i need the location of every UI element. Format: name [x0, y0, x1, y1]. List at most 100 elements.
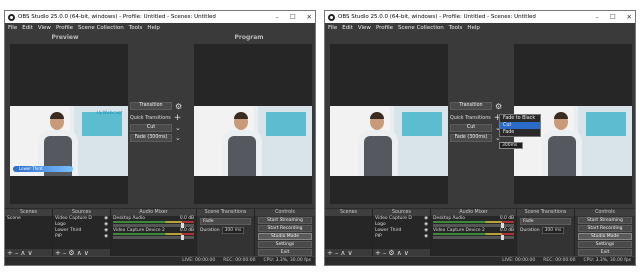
channel-video-capture: Video Capture Device 2 0.0 dB	[433, 228, 514, 233]
menu-edit[interactable]: Edit	[22, 25, 33, 31]
fade-button[interactable]: Fade (300ms)	[450, 134, 492, 142]
audio-mixer-title: Audio Mixer	[111, 209, 196, 216]
cut-button[interactable]: Cut	[450, 124, 492, 132]
scene-transitions-title: Scene Transitions	[517, 209, 574, 216]
scene-transitions-panel: Scene Transitions Fade Duration 300 ms	[197, 209, 255, 257]
transition-select[interactable]: Fade	[200, 218, 251, 225]
menu-bar: File Edit View Profile Scene Collection …	[325, 23, 635, 32]
duration-spinbox[interactable]: 300ms	[499, 142, 523, 149]
start-recording-button[interactable]: Start Recording	[578, 225, 632, 232]
lower-third-text: Lower Third	[19, 166, 43, 171]
menu-help[interactable]: Help	[147, 25, 160, 31]
start-streaming-button[interactable]: Start Streaming	[258, 217, 312, 224]
menu-scene-collection[interactable]: Scene Collection	[398, 25, 444, 31]
bottom-dock: Scenes Scene +–∧∨ Sources Video Capture …	[5, 209, 315, 257]
maximize-button[interactable]: ☐	[610, 11, 616, 23]
menu-edit[interactable]: Edit	[342, 25, 353, 31]
minimize-button[interactable]: –	[275, 11, 278, 23]
close-button[interactable]: ✕	[627, 11, 632, 23]
menu-file[interactable]: File	[328, 25, 337, 31]
studio-stage: Transition ⚙ Quick Transitions + Cut ⌄ Fade…	[325, 32, 635, 208]
close-button[interactable]: ✕	[307, 11, 312, 23]
fade-button[interactable]: Fade (300ms)	[130, 134, 172, 142]
quick-transitions-label: Quick Transitions	[130, 115, 171, 121]
menu-help[interactable]: Help	[467, 25, 480, 31]
start-recording-button[interactable]: Start Recording	[258, 225, 312, 232]
preview-label: Preview	[51, 34, 79, 41]
scenes-title: Scenes	[325, 209, 372, 216]
minimize-button[interactable]: –	[595, 11, 598, 23]
exit-button[interactable]: Exit	[258, 249, 312, 256]
exit-button[interactable]: Exit	[578, 249, 632, 256]
plus-icon[interactable]: +	[174, 114, 182, 123]
menu-file[interactable]: File	[8, 25, 17, 31]
window-title: OBS Studio 25.0.0 (64-bit, windows) - Pr…	[338, 14, 536, 20]
duration-label: Duration	[520, 228, 540, 233]
preview-canvas[interactable]	[330, 44, 448, 204]
program-label: Program	[234, 34, 264, 41]
audio-mixer-panel: Audio Mixer Desktop Audio 0.0 dB Video C…	[431, 209, 517, 257]
duration-input[interactable]: 300 ms	[541, 227, 565, 234]
menu-profile[interactable]: Profile	[376, 25, 393, 31]
obs-window-right: OBS Studio 25.0.0 (64-bit, windows) - Pr…	[324, 10, 636, 266]
cut-button[interactable]: Cut	[130, 124, 172, 132]
status-bar: LIVE: 00:00:00 REC: 00:00:00 CPU: 3.3%, …	[325, 256, 635, 265]
scene-item[interactable]: Scene	[5, 216, 52, 222]
program-canvas	[194, 44, 312, 204]
audio-mixer-title: Audio Mixer	[431, 209, 516, 216]
source-item[interactable]: PIP ◉	[373, 234, 430, 240]
transition-button[interactable]: Transition	[450, 102, 492, 110]
menu-scene-collection[interactable]: Scene Collection	[78, 25, 124, 31]
studio-mode-button[interactable]: Studio Mode	[578, 233, 632, 240]
menu-tools[interactable]: Tools	[449, 25, 463, 31]
volume-slider[interactable]	[433, 223, 514, 228]
brand-logo: HyWebcast	[96, 111, 122, 116]
eye-icon[interactable]: ◉	[104, 234, 108, 240]
maximize-button[interactable]: ☐	[290, 11, 296, 23]
scenes-title: Scenes	[5, 209, 52, 216]
volume-slider[interactable]	[113, 235, 194, 240]
controls-title: Controls	[575, 209, 635, 216]
dropdown-option-fade-to-black[interactable]: Fade to Black	[500, 115, 540, 122]
window-controls: – ☐ ✕	[595, 11, 632, 23]
menu-view[interactable]: View	[38, 25, 51, 31]
transition-button[interactable]: Transition	[130, 102, 172, 110]
menu-tools[interactable]: Tools	[129, 25, 143, 31]
lower-third-bar: Lower Third	[13, 166, 73, 172]
gear-icon[interactable]: ⚙	[495, 103, 502, 111]
sources-title: Sources	[373, 209, 430, 216]
transition-select[interactable]: Fade	[520, 218, 571, 225]
channel-video-capture: Video Capture Device 2 0.0 dB	[113, 228, 194, 233]
eye-icon[interactable]: ◉	[424, 234, 428, 240]
start-streaming-button[interactable]: Start Streaming	[578, 217, 632, 224]
preview-canvas[interactable]: HyWebcast Lower Third	[10, 44, 128, 204]
gear-icon[interactable]: ⚙	[175, 103, 182, 111]
title-bar: OBS Studio 25.0.0 (64-bit, windows) - Pr…	[5, 11, 315, 23]
menu-bar: File Edit View Profile Scene Collection …	[5, 23, 315, 32]
scenes-panel: Scenes +–∧∨	[325, 209, 373, 257]
studio-mode-button[interactable]: Studio Mode	[258, 233, 312, 240]
transition-controls: Transition ⚙ Quick Transitions + Cut ⌄ Fade…	[130, 102, 190, 144]
sources-panel: Sources Video Capture D ◉ Logo ◉ Lower Thi…	[373, 209, 431, 257]
volume-slider[interactable]	[433, 235, 514, 240]
rec-time: REC: 00:00:00	[223, 258, 256, 263]
volume-slider[interactable]	[113, 223, 194, 228]
menu-view[interactable]: View	[358, 25, 371, 31]
controls-panel: Controls Start Streaming Start Recording…	[255, 209, 315, 257]
obs-logo-icon	[8, 13, 15, 21]
sources-title: Sources	[53, 209, 110, 216]
settings-button[interactable]: Settings	[578, 241, 632, 248]
quick-transitions-label: Quick Transitions	[450, 115, 491, 121]
sources-panel: Sources Video Capture D ◉ Logo ◉ Lower Thi…	[53, 209, 111, 257]
cpu-usage: CPU: 3.3%, 30.00 fps	[583, 258, 632, 263]
duration-input[interactable]: 300 ms	[221, 227, 245, 234]
settings-button[interactable]: Settings	[258, 241, 312, 248]
live-time: LIVE: 00:00:00	[182, 258, 216, 263]
dropdown-option-fade[interactable]: Fade	[500, 129, 540, 136]
chevron-down-icon[interactable]: ⌄	[175, 124, 181, 132]
window-title: OBS Studio 25.0.0 (64-bit, windows) - Pr…	[18, 14, 216, 20]
dropdown-option-cut[interactable]: Cut	[500, 122, 540, 129]
source-item[interactable]: PIP ◉	[53, 234, 110, 240]
chevron-down-icon[interactable]: ⌄	[175, 134, 181, 142]
menu-profile[interactable]: Profile	[56, 25, 73, 31]
